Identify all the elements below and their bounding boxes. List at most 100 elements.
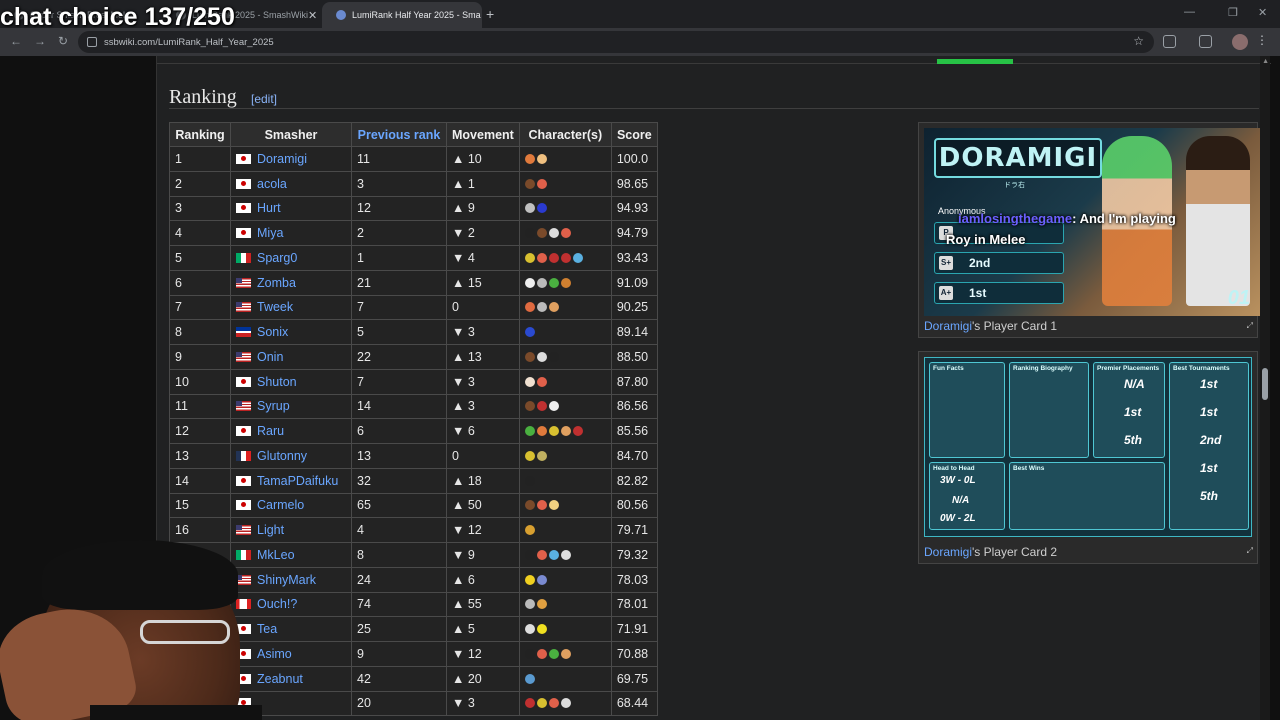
side-panel-icon[interactable] bbox=[1199, 35, 1212, 48]
character-stock-icon[interactable] bbox=[524, 401, 535, 412]
character-stock-icon[interactable] bbox=[536, 277, 547, 288]
smasher-link[interactable]: Light bbox=[257, 523, 284, 537]
smasher-link[interactable]: Onin bbox=[257, 350, 283, 364]
character-stock-icon[interactable] bbox=[524, 673, 535, 684]
character-stock-icon[interactable] bbox=[548, 401, 559, 412]
character-stock-icon[interactable] bbox=[524, 698, 535, 709]
character-stock-icon[interactable] bbox=[548, 277, 559, 288]
character-stock-icon[interactable] bbox=[536, 153, 547, 164]
smasher-link[interactable]: Sparg0 bbox=[257, 251, 297, 265]
character-stock-icon[interactable] bbox=[560, 277, 571, 288]
character-stock-icon[interactable] bbox=[524, 426, 535, 437]
scroll-up-icon[interactable]: ▲ bbox=[1262, 58, 1269, 65]
smasher-link[interactable]: Syrup bbox=[257, 399, 290, 413]
smasher-link[interactable]: Asimo bbox=[257, 647, 292, 661]
smasher-link[interactable]: Carmelo bbox=[257, 498, 304, 512]
smasher-link[interactable]: Shuton bbox=[257, 375, 297, 389]
character-stock-icon[interactable] bbox=[524, 475, 535, 486]
character-stock-icon[interactable] bbox=[524, 178, 535, 189]
character-stock-icon[interactable] bbox=[524, 599, 535, 610]
character-stock-icon[interactable] bbox=[548, 351, 559, 362]
character-stock-icon[interactable] bbox=[560, 698, 571, 709]
character-stock-icon[interactable] bbox=[524, 327, 535, 338]
site-info-icon[interactable] bbox=[87, 37, 97, 47]
character-stock-icon[interactable] bbox=[572, 426, 583, 437]
page-scrollbar[interactable]: ▲ bbox=[1260, 56, 1270, 720]
smasher-link[interactable]: Tweek bbox=[257, 300, 293, 314]
character-stock-icon[interactable] bbox=[524, 351, 535, 362]
character-stock-icon[interactable] bbox=[524, 203, 535, 214]
maximize-icon[interactable]: ❐ bbox=[1228, 6, 1238, 19]
character-stock-icon[interactable] bbox=[536, 426, 547, 437]
character-stock-icon[interactable] bbox=[536, 376, 547, 387]
character-stock-icon[interactable] bbox=[548, 698, 559, 709]
character-stock-icon[interactable] bbox=[524, 525, 535, 536]
smasher-link[interactable]: Zeabnut bbox=[257, 672, 303, 686]
new-tab-button[interactable]: + bbox=[486, 6, 494, 22]
character-stock-icon[interactable] bbox=[548, 648, 559, 659]
expand-icon[interactable]: ⤢ bbox=[1247, 546, 1253, 556]
character-stock-icon[interactable] bbox=[548, 302, 559, 313]
profile-avatar[interactable] bbox=[1232, 34, 1248, 50]
menu-icon[interactable]: ⋮ bbox=[1256, 33, 1268, 47]
smasher-link[interactable]: Hurt bbox=[257, 201, 281, 215]
character-stock-icon[interactable] bbox=[536, 302, 547, 313]
extensions-icon[interactable] bbox=[1163, 35, 1176, 48]
character-stock-icon[interactable] bbox=[548, 500, 559, 511]
edit-link[interactable]: [edit] bbox=[251, 92, 277, 106]
minimize-icon[interactable]: — bbox=[1184, 6, 1195, 18]
scroll-thumb[interactable] bbox=[1262, 368, 1268, 400]
smasher-link[interactable]: MkLeo bbox=[257, 548, 295, 562]
close-tab-icon[interactable]: ✕ bbox=[308, 9, 317, 22]
character-stock-icon[interactable] bbox=[524, 277, 535, 288]
smasher-link[interactable]: Glutonny bbox=[257, 449, 307, 463]
caption-link[interactable]: Doramigi bbox=[924, 319, 972, 333]
smasher-link[interactable]: Doramigi bbox=[257, 152, 307, 166]
character-stock-icon[interactable] bbox=[524, 574, 535, 585]
expand-icon[interactable]: ⤢ bbox=[1247, 321, 1253, 331]
smasher-link[interactable]: TamaPDaifuku bbox=[257, 474, 338, 488]
url-field[interactable]: ssbwiki.com/LumiRank_Half_Year_2025 bbox=[78, 31, 1154, 53]
smasher-link[interactable]: ShinyMark bbox=[257, 573, 316, 587]
character-stock-icon[interactable] bbox=[524, 500, 535, 511]
smasher-link[interactable]: acola bbox=[257, 177, 287, 191]
character-stock-icon[interactable] bbox=[560, 426, 571, 437]
reload-icon[interactable]: ↻ bbox=[58, 34, 68, 48]
character-stock-icon[interactable] bbox=[524, 153, 535, 164]
character-stock-icon[interactable] bbox=[536, 203, 547, 214]
character-stock-icon[interactable] bbox=[536, 624, 547, 635]
character-stock-icon[interactable] bbox=[524, 648, 535, 659]
smasher-link[interactable]: Sonix bbox=[257, 325, 288, 339]
character-stock-icon[interactable] bbox=[536, 648, 547, 659]
character-stock-icon[interactable] bbox=[524, 376, 535, 387]
col-previous-rank[interactable]: Previous rank bbox=[351, 122, 447, 147]
character-stock-icon[interactable] bbox=[536, 500, 547, 511]
character-stock-icon[interactable] bbox=[548, 252, 559, 263]
close-window-icon[interactable]: ✕ bbox=[1258, 6, 1267, 19]
smasher-link[interactable]: Raru bbox=[257, 424, 284, 438]
character-stock-icon[interactable] bbox=[536, 574, 547, 585]
character-stock-icon[interactable] bbox=[548, 549, 559, 560]
character-stock-icon[interactable] bbox=[536, 228, 547, 239]
character-stock-icon[interactable] bbox=[560, 549, 571, 560]
character-stock-icon[interactable] bbox=[536, 698, 547, 709]
character-stock-icon[interactable] bbox=[536, 450, 547, 461]
character-stock-icon[interactable] bbox=[536, 252, 547, 263]
character-stock-icon[interactable] bbox=[524, 624, 535, 635]
smasher-link[interactable]: Miya bbox=[257, 226, 283, 240]
character-stock-icon[interactable] bbox=[524, 252, 535, 263]
character-stock-icon[interactable] bbox=[524, 302, 535, 313]
character-stock-icon[interactable] bbox=[536, 178, 547, 189]
character-stock-icon[interactable] bbox=[560, 648, 571, 659]
character-stock-icon[interactable] bbox=[524, 228, 535, 239]
caption-link[interactable]: Doramigi bbox=[924, 545, 972, 559]
character-stock-icon[interactable] bbox=[560, 252, 571, 263]
character-stock-icon[interactable] bbox=[536, 401, 547, 412]
character-stock-icon[interactable] bbox=[548, 426, 559, 437]
character-stock-icon[interactable] bbox=[560, 228, 571, 239]
character-stock-icon[interactable] bbox=[536, 599, 547, 610]
character-stock-icon[interactable] bbox=[524, 549, 535, 560]
character-stock-icon[interactable] bbox=[524, 450, 535, 461]
character-stock-icon[interactable] bbox=[548, 228, 559, 239]
character-stock-icon[interactable] bbox=[536, 351, 547, 362]
